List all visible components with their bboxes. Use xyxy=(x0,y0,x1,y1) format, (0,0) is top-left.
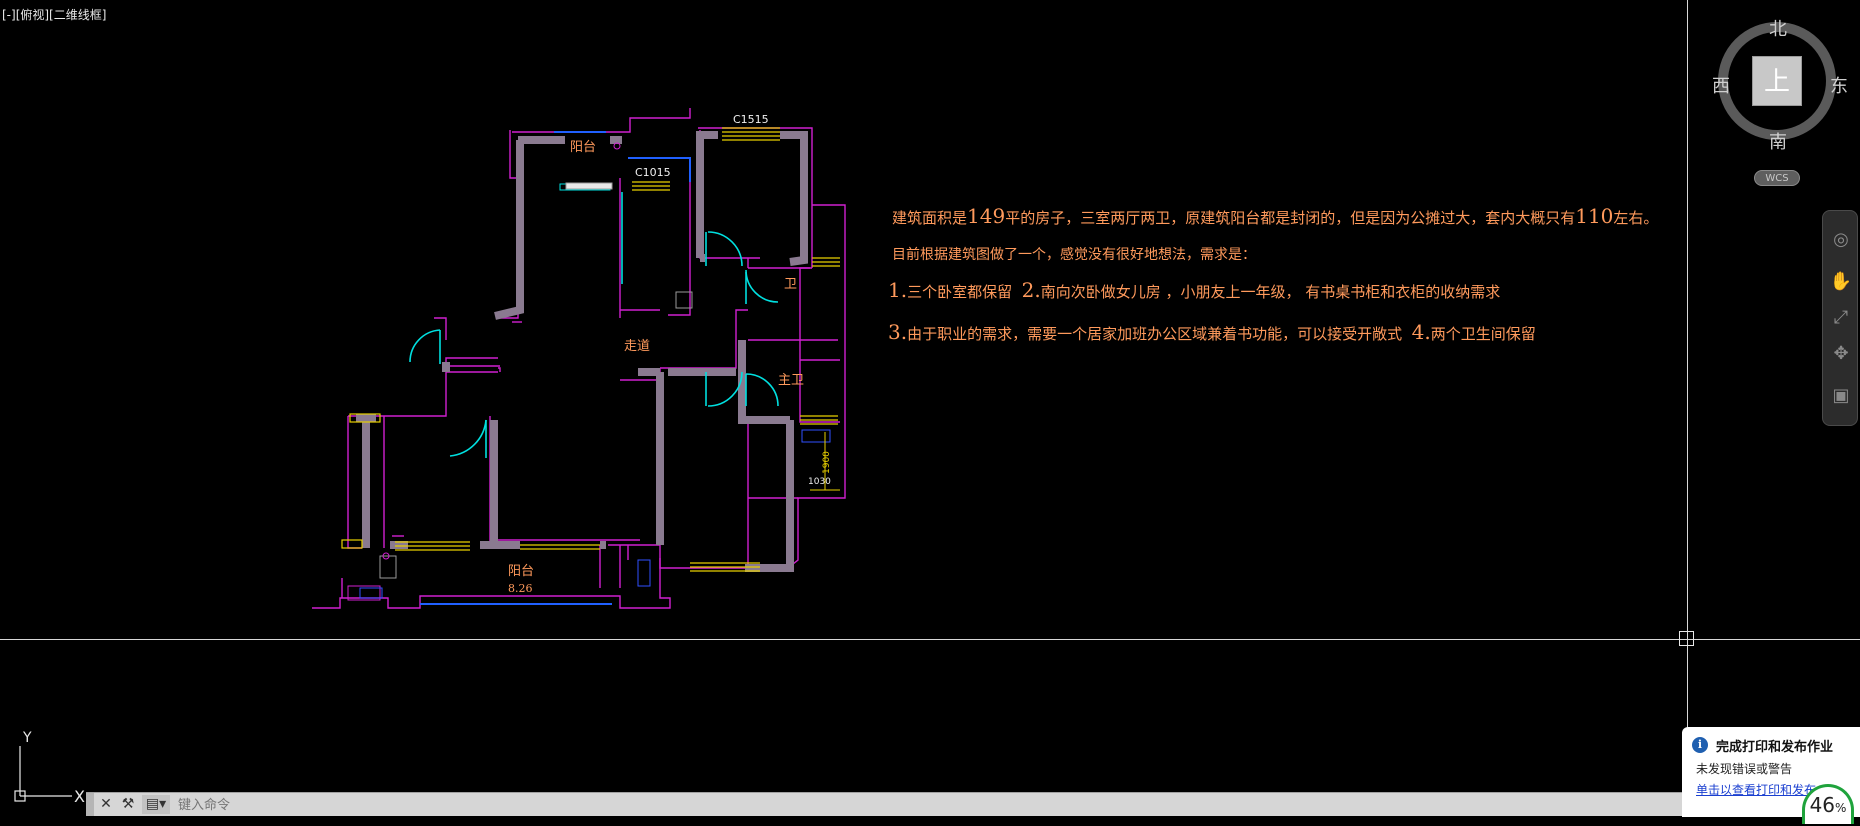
notification-details-link[interactable]: 单击以查看打印和发布 xyxy=(1696,781,1816,798)
crosshair-vertical xyxy=(1687,0,1688,817)
wrench-icon[interactable]: ⚒ xyxy=(118,795,138,814)
close-icon[interactable]: ✕ xyxy=(96,795,116,814)
info-icon: i xyxy=(1692,737,1708,753)
viewcube-top-face[interactable]: 上 xyxy=(1752,56,1802,106)
room-label-balcony-top: 阳台 xyxy=(570,140,596,155)
command-input[interactable] xyxy=(176,795,1760,816)
note-line-3-b: 南向次卧做女儿房 ，小朋友上一年级， 有书桌书柜和衣柜的收纳需求 xyxy=(1040,283,1501,301)
window-tag-c1515: C1515 xyxy=(733,113,769,126)
room-area-balcony-bottom: 8.26 xyxy=(508,582,533,595)
progress-unit: % xyxy=(1835,801,1847,815)
pan-icon[interactable]: ✋ xyxy=(1828,269,1854,295)
note-line-4: 3.由于职业的需求，需要一个居家加班办公区域兼着书功能，可以接受开敞式 4.两个… xyxy=(888,320,1536,344)
note-line-1-num: 149 xyxy=(967,204,1006,228)
navigation-bar: ◎ ✋ ⤢ ✥ ▣ xyxy=(1822,210,1858,426)
orbit-icon[interactable]: ✥ xyxy=(1828,341,1854,367)
progress-value: 46 xyxy=(1809,793,1836,817)
command-prompt-icon[interactable]: ▤▾ xyxy=(142,795,170,814)
room-label-corridor: 走道 xyxy=(624,339,650,354)
command-line: ✕ ⚒ ▤▾ ▲ xyxy=(86,792,1776,816)
compass-north[interactable]: 北 xyxy=(1769,15,1787,41)
note-line-3: 1.三个卧室都保留 2.南向次卧做女儿房 ，小朋友上一年级， 有书桌书柜和衣柜的… xyxy=(888,278,1500,302)
ucs-y-label: Y xyxy=(22,730,32,746)
compass-south[interactable]: 南 xyxy=(1769,128,1787,154)
note-line-4-a: 由于职业的需求，需要一个居家加班办公区域兼着书功能，可以接受开敞式 xyxy=(907,325,1403,343)
note-line-1-a: 建筑面积是 xyxy=(892,209,968,227)
compass-west[interactable]: 西 xyxy=(1712,72,1730,98)
note-line-1-c: 左右。 xyxy=(1613,209,1659,227)
viewcube[interactable]: 上 北 南 西 东 WCS xyxy=(1708,10,1848,186)
steering-wheel-icon[interactable]: ◎ xyxy=(1828,227,1854,253)
ucs-x-label: X xyxy=(74,787,85,806)
dimension-1900: 1900 xyxy=(822,451,832,474)
note-line-3-n2: 2. xyxy=(1021,278,1041,302)
room-label-master-bath: 主卫 xyxy=(778,373,804,388)
notification-title: 完成打印和发布作业 xyxy=(1716,740,1834,755)
note-line-1-num2: 110 xyxy=(1575,204,1614,228)
room-label-bath: 卫 xyxy=(784,277,797,292)
doors xyxy=(409,183,779,458)
note-line-4-n4: 4. xyxy=(1411,320,1431,344)
window-tag-c1015: C1015 xyxy=(635,166,671,179)
note-line-4-b: 两个卫生间保留 xyxy=(1430,325,1536,343)
note-line-3-n1: 1. xyxy=(888,278,908,302)
floor-plan-drawing: 阳台 走道 卫 主卫 阳台 8.26 C1515 C1015 1030 1900 xyxy=(312,108,846,609)
note-line-2: 目前根据建筑图做了一个，感觉没有很好地想法，需求是： xyxy=(892,247,1256,263)
windows xyxy=(341,127,840,572)
command-line-grip[interactable] xyxy=(86,793,94,816)
fixtures xyxy=(347,142,831,601)
note-line-4-n3: 3. xyxy=(888,320,908,344)
compass-east[interactable]: 东 xyxy=(1830,72,1848,98)
note-line-1-b: 平的房子，三室两厅两卫，原建筑阳台都是封闭的，但是因为公摊过大，套内大概只有 xyxy=(1005,209,1576,227)
room-label-balcony-bottom: 阳台 xyxy=(508,564,534,579)
dimension-1030: 1030 xyxy=(808,477,831,487)
wcs-menu-button[interactable]: WCS xyxy=(1754,170,1800,186)
note-line-1: 建筑面积是149平的房子，三室两厅两卫，原建筑阳台都是封闭的，但是因为公摊过大，… xyxy=(892,204,1658,228)
crosshair-pickbox xyxy=(1679,631,1694,646)
zoom-icon[interactable]: ⤢ xyxy=(1828,305,1854,331)
showmotion-icon[interactable]: ▣ xyxy=(1828,383,1854,409)
note-line-3-a: 三个卧室都保留 xyxy=(907,283,1013,301)
crosshair-horizontal xyxy=(0,639,1860,640)
ucs-icon: Y X xyxy=(14,730,85,806)
notification-message: 未发现错误或警告 xyxy=(1696,762,1793,776)
thick-walls xyxy=(356,131,808,572)
